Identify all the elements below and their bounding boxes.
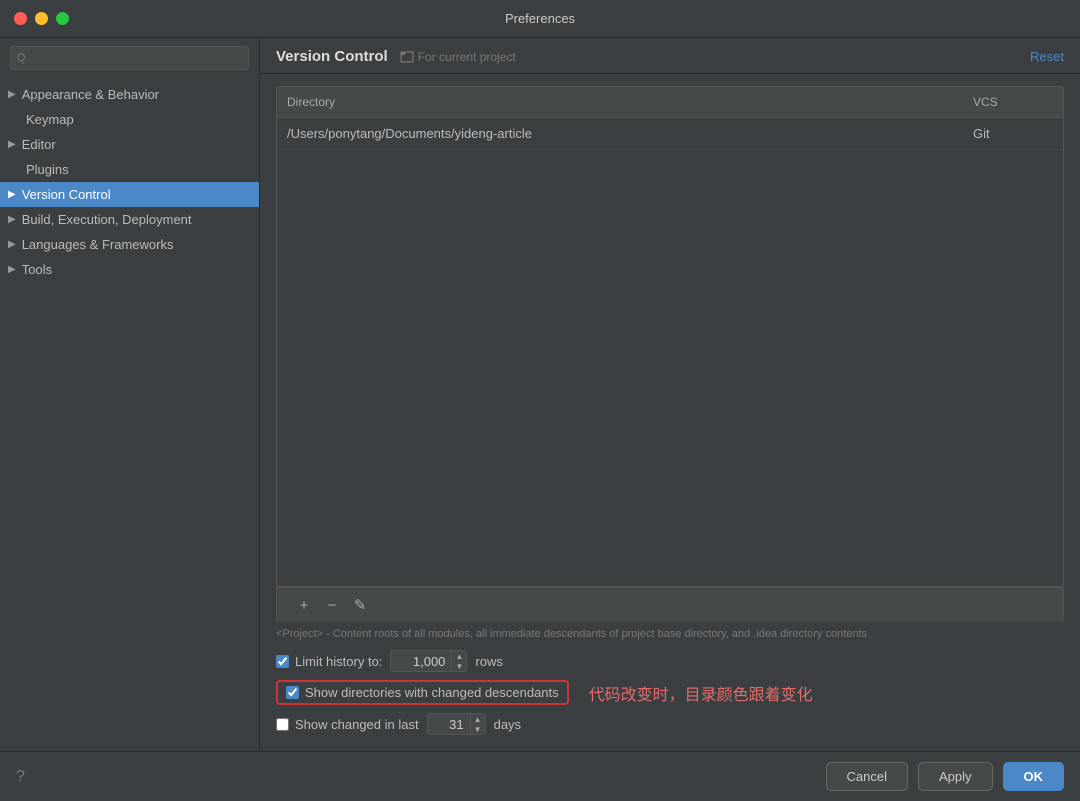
days-spinner-down-button[interactable]: ▼ — [471, 724, 485, 734]
arrow-icon: ▶ — [8, 139, 16, 150]
cell-vcs: Git — [963, 123, 1063, 144]
vcs-table: Directory VCS /Users/ponytang/Documents/… — [276, 86, 1064, 587]
search-box: Q — [10, 46, 249, 70]
table-body: /Users/ponytang/Documents/yideng-article… — [277, 118, 1063, 586]
sidebar-item-label: Languages & Frameworks — [22, 237, 174, 252]
window-title: Preferences — [505, 11, 575, 26]
spinner-down-button[interactable]: ▼ — [452, 661, 466, 671]
main-container: Q ▶ Appearance & Behavior Keymap ▶ Edito… — [0, 38, 1080, 751]
sidebar-item-label: Build, Execution, Deployment — [22, 212, 192, 227]
help-icon[interactable]: ? — [16, 768, 25, 786]
limit-history-input[interactable]: 1,000 — [391, 652, 451, 671]
title-bar: Preferences — [0, 0, 1080, 38]
limit-history-input-wrap: 1,000 ▲ ▼ — [390, 650, 467, 672]
close-button[interactable] — [14, 12, 27, 25]
show-changed-descendants-row: Show directories with changed descendant… — [276, 680, 1064, 705]
show-changed-descendants-checkbox[interactable] — [286, 686, 299, 699]
sidebar-nav: ▶ Appearance & Behavior Keymap ▶ Editor … — [0, 78, 259, 751]
content-area: Version Control For current project Rese… — [260, 38, 1080, 751]
sidebar-item-label: Version Control — [22, 187, 111, 202]
ok-button[interactable]: OK — [1003, 762, 1065, 791]
reset-link[interactable]: Reset — [1030, 49, 1064, 64]
apply-button[interactable]: Apply — [918, 762, 993, 791]
arrow-icon: ▶ — [8, 89, 16, 100]
sidebar-item-keymap[interactable]: Keymap — [0, 107, 259, 132]
sidebar-item-appearance[interactable]: ▶ Appearance & Behavior — [0, 82, 259, 107]
window-controls — [14, 12, 69, 25]
bottom-bar: ? Cancel Apply OK — [0, 751, 1080, 801]
show-changed-in-last-row: Show changed in last 31 ▲ ▼ days — [276, 713, 1064, 735]
sidebar-item-label: Plugins — [26, 162, 69, 177]
limit-history-spinner: ▲ ▼ — [451, 651, 466, 671]
show-changed-in-last-input[interactable]: 31 — [428, 715, 470, 734]
sidebar-item-version-control[interactable]: ▶ Version Control — [0, 182, 259, 207]
limit-history-checkbox[interactable] — [276, 655, 289, 668]
cancel-button[interactable]: Cancel — [826, 762, 908, 791]
table-header: Directory VCS — [277, 87, 1063, 118]
bottom-right: Cancel Apply OK — [826, 762, 1065, 791]
sidebar: Q ▶ Appearance & Behavior Keymap ▶ Edito… — [0, 38, 260, 751]
spinner-up-button[interactable]: ▲ — [452, 651, 466, 661]
limit-history-row: Limit history to: 1,000 ▲ ▼ rows — [276, 650, 1064, 672]
limit-history-label: Limit history to: — [295, 654, 382, 669]
sidebar-item-plugins[interactable]: Plugins — [0, 157, 259, 182]
remove-button[interactable]: − — [321, 594, 343, 616]
cell-directory: /Users/ponytang/Documents/yideng-article — [277, 123, 963, 144]
minimize-button[interactable] — [35, 12, 48, 25]
content-header: Version Control For current project Rese… — [260, 38, 1080, 74]
show-changed-in-last-checkbox-label[interactable]: Show changed in last — [276, 717, 419, 732]
sidebar-item-editor[interactable]: ▶ Editor — [0, 132, 259, 157]
days-spinner-up-button[interactable]: ▲ — [471, 714, 485, 724]
content-header-left: Version Control For current project — [276, 48, 516, 65]
arrow-icon: ▶ — [8, 264, 16, 275]
sidebar-item-build[interactable]: ▶ Build, Execution, Deployment — [0, 207, 259, 232]
table-toolbar: + − ✎ — [276, 587, 1064, 622]
search-input[interactable] — [10, 46, 249, 70]
sidebar-item-tools[interactable]: ▶ Tools — [0, 257, 259, 282]
sidebar-item-label: Editor — [22, 137, 56, 152]
edit-button[interactable]: ✎ — [349, 594, 371, 616]
show-changed-descendants-label: Show directories with changed descendant… — [305, 685, 559, 700]
annotation-text: 代码改变时，目录颜色跟着变化 — [589, 681, 813, 705]
column-header-directory: Directory — [277, 92, 963, 112]
arrow-icon: ▶ — [8, 189, 16, 200]
column-header-vcs: VCS — [963, 92, 1063, 112]
subtitle-text: For current project — [418, 50, 516, 64]
sidebar-item-languages[interactable]: ▶ Languages & Frameworks — [0, 232, 259, 257]
show-changed-in-last-checkbox[interactable] — [276, 718, 289, 731]
project-note: <Project> - Content roots of all modules… — [260, 622, 1080, 646]
table-row[interactable]: /Users/ponytang/Documents/yideng-article… — [277, 118, 1063, 150]
days-spinner: ▲ ▼ — [470, 714, 485, 734]
page-title: Version Control — [276, 48, 388, 65]
sidebar-item-label: Keymap — [26, 112, 74, 127]
show-changed-in-last-label: Show changed in last — [295, 717, 419, 732]
highlight-box: Show directories with changed descendant… — [276, 680, 569, 705]
project-icon — [400, 50, 414, 64]
options-section: Limit history to: 1,000 ▲ ▼ rows Show di… — [260, 646, 1080, 751]
maximize-button[interactable] — [56, 12, 69, 25]
limit-history-checkbox-label[interactable]: Limit history to: — [276, 654, 382, 669]
search-icon: Q — [17, 52, 26, 64]
show-changed-descendants-checkbox-label[interactable]: Show directories with changed descendant… — [286, 685, 559, 700]
show-changed-in-last-input-wrap: 31 ▲ ▼ — [427, 713, 486, 735]
content-subtitle: For current project — [400, 50, 516, 64]
days-label: days — [494, 717, 521, 732]
arrow-icon: ▶ — [8, 214, 16, 225]
add-button[interactable]: + — [293, 594, 315, 616]
rows-label: rows — [475, 654, 502, 669]
sidebar-item-label: Appearance & Behavior — [22, 87, 159, 102]
sidebar-item-label: Tools — [22, 262, 52, 277]
arrow-icon: ▶ — [8, 239, 16, 250]
